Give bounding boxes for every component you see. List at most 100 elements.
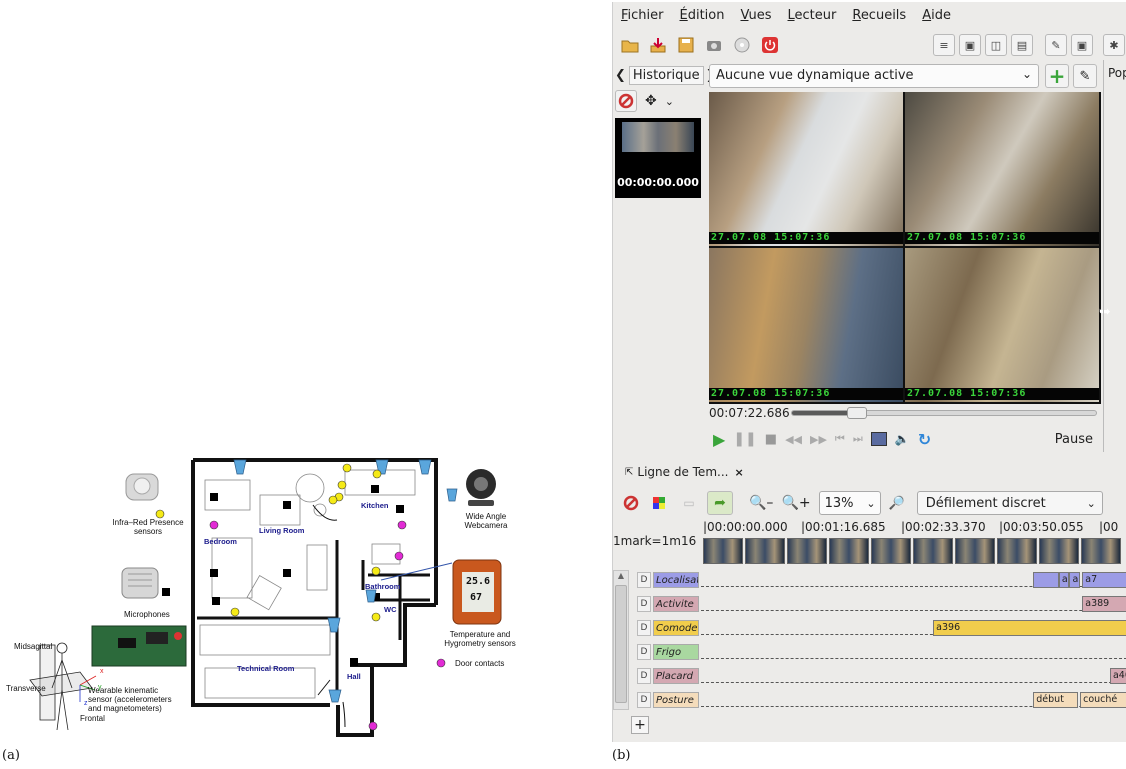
chevron-down-icon[interactable]: ⌄ (665, 95, 674, 108)
annotation-block[interactable]: a (1058, 572, 1070, 588)
time-ruler: |00:00:00.000 |00:01:16.685 |00:02:33.37… (703, 520, 1126, 536)
timeline-panel: ⇱ Ligne de Tem... × ▭ ➦ 🔍– 🔍+ 13% ⌄ 🔎 Dé… (613, 454, 1126, 742)
webcam-label: Wide Angle Webcamera (464, 512, 508, 531)
track-row[interactable]: DPlacard a406 (637, 666, 1126, 686)
camera-timestamp: 27.07.08 15:07:36 (905, 232, 1099, 244)
edit-view-icon[interactable]: ✎ (1073, 64, 1097, 88)
timeline-thumbnail (871, 538, 911, 564)
annotation-block[interactable]: a396 (933, 620, 1126, 636)
layout-list-icon[interactable]: ▤ (1011, 34, 1033, 56)
menu-aide[interactable]: Aide (914, 8, 959, 23)
goto-icon[interactable]: ➦ (707, 491, 733, 515)
dynamic-view-select[interactable]: Aucune vue dynamique active ⌄ (709, 64, 1039, 88)
track-name[interactable]: Activite (653, 596, 699, 612)
stop-icon[interactable] (619, 491, 643, 515)
track-row[interactable]: D Activite a389 (637, 594, 1126, 614)
annotation-block[interactable]: a389 (1082, 596, 1126, 612)
menu-edition[interactable]: Édition (672, 8, 733, 23)
zoom-in-icon[interactable]: 🔍+ (781, 495, 810, 511)
timeline-thumbnail (1039, 538, 1079, 564)
detach-icon[interactable]: ⇱ (625, 467, 633, 478)
play-icon[interactable]: ▶ (713, 430, 725, 449)
track-name[interactable]: Posture (653, 692, 699, 708)
annotation-block[interactable]: a7 (1082, 572, 1126, 588)
layout-tree-icon[interactable]: ≡ (933, 34, 955, 56)
video-player[interactable]: 27.07.08 15:07:36 27.07.08 15:07:36 27.0… (709, 92, 1111, 404)
sync-icon[interactable]: ↻ (918, 430, 931, 449)
track-type-badge[interactable]: D (637, 620, 651, 636)
camera-view-3: 27.07.08 15:07:36 (709, 248, 903, 402)
download-icon[interactable] (647, 34, 669, 56)
zoom-select[interactable]: 13% ⌄ (818, 491, 881, 515)
save-icon[interactable] (675, 34, 697, 56)
right-panel-tab[interactable]: Pop (1108, 66, 1126, 80)
menu-lecteur[interactable]: Lecteur (780, 8, 845, 23)
volume-icon[interactable]: 🔈 (895, 432, 910, 446)
fullscreen-icon[interactable] (870, 432, 887, 446)
track-type-badge[interactable]: D (637, 644, 651, 660)
tools-icon[interactable]: ✱ (1103, 34, 1125, 56)
track-name[interactable]: Placard (653, 668, 699, 684)
ruler-tick: |00:03:50.055 (999, 520, 1084, 534)
menu-bar: Fichier Édition Vues Lecteur Recueils Ai… (613, 2, 1126, 28)
annotation-block[interactable] (1033, 572, 1059, 588)
camera-icon[interactable] (703, 34, 725, 56)
book-icon[interactable]: ▣ (1071, 34, 1093, 56)
edit-note-icon[interactable]: ✎ (1045, 34, 1067, 56)
open-folder-icon[interactable] (619, 34, 641, 56)
close-icon[interactable]: × (734, 466, 743, 479)
caption-b: (b) (612, 748, 631, 763)
palette-icon[interactable] (647, 491, 671, 515)
chevron-down-icon: ⌄ (1021, 67, 1032, 81)
track-name[interactable]: Frigo (653, 644, 699, 660)
layout-split-icon[interactable]: ◫ (985, 34, 1007, 56)
thumbnail-strip[interactable] (703, 538, 1126, 564)
pause-icon[interactable]: ❚❚ (733, 431, 756, 447)
skip-forward-icon[interactable]: ⏭ (853, 432, 863, 446)
annotation-block[interactable]: début (1033, 692, 1078, 708)
zoom-fit-icon[interactable]: 🔎 (889, 496, 905, 511)
history-toolbar: ✥ ⌄ (615, 88, 701, 114)
track-type-badge[interactable]: D (637, 596, 651, 612)
history-tab[interactable]: ❮ Historique ❯ (615, 64, 716, 86)
annotation-block[interactable]: couché (1080, 692, 1126, 708)
track-type-badge[interactable]: D (637, 572, 651, 588)
stop-playback-icon[interactable]: ■ (765, 432, 777, 447)
add-track-button[interactable]: + (631, 716, 649, 734)
seek-slider-handle[interactable] (847, 407, 868, 419)
history-thumbnail[interactable]: 00:00:00.000 (615, 118, 701, 198)
timeline-thumbnail (997, 538, 1037, 564)
track-name[interactable]: Localisatio (653, 572, 699, 588)
menu-recueils[interactable]: Recueils (844, 8, 914, 23)
layout-single-icon[interactable]: ▣ (959, 34, 981, 56)
scroll-mode-select[interactable]: Défilement discret ⌄ (916, 491, 1103, 515)
stop-icon[interactable] (615, 90, 637, 112)
track-type-badge[interactable]: D (637, 692, 651, 708)
skip-back-icon[interactable]: ⏮ (835, 432, 845, 446)
add-view-icon[interactable]: + (1045, 64, 1069, 88)
disc-icon[interactable] (731, 34, 753, 56)
forward-icon[interactable]: ▶▶ (810, 433, 827, 446)
position-label: 00:07:22.686 (709, 406, 790, 420)
pin-icon[interactable]: ✥ (645, 93, 657, 109)
ruler-tick: |00:00:00.000 (703, 520, 788, 534)
track-type-badge[interactable]: D (637, 668, 651, 684)
track-row[interactable]: D Comode a396 (637, 618, 1126, 638)
menu-vues[interactable]: Vues (732, 8, 779, 23)
track-row[interactable]: DLocalisatioaaa7 (637, 570, 1126, 590)
track-row[interactable]: D Frigo (637, 642, 1126, 662)
camera-timestamp: 27.07.08 15:07:36 (709, 232, 903, 244)
track-row[interactable]: D Posture début couché (637, 690, 1126, 710)
rewind-icon[interactable]: ◀◀ (785, 433, 802, 446)
annotation-block[interactable]: a (1069, 572, 1081, 588)
track-name[interactable]: Comode (653, 620, 699, 636)
menu-fichier[interactable]: Fichier (613, 8, 672, 23)
annotation-block[interactable]: a406 (1109, 668, 1126, 684)
timeline-tab[interactable]: ⇱ Ligne de Tem... × (617, 460, 752, 484)
microphone-label: Microphones (124, 610, 170, 619)
zoom-out-icon[interactable]: 🔍– (749, 495, 773, 511)
chevron-left-icon[interactable]: ❮ (615, 68, 626, 83)
seek-slider[interactable] (791, 407, 1097, 419)
power-icon[interactable] (759, 34, 781, 56)
blank-icon[interactable]: ▭ (677, 491, 701, 515)
